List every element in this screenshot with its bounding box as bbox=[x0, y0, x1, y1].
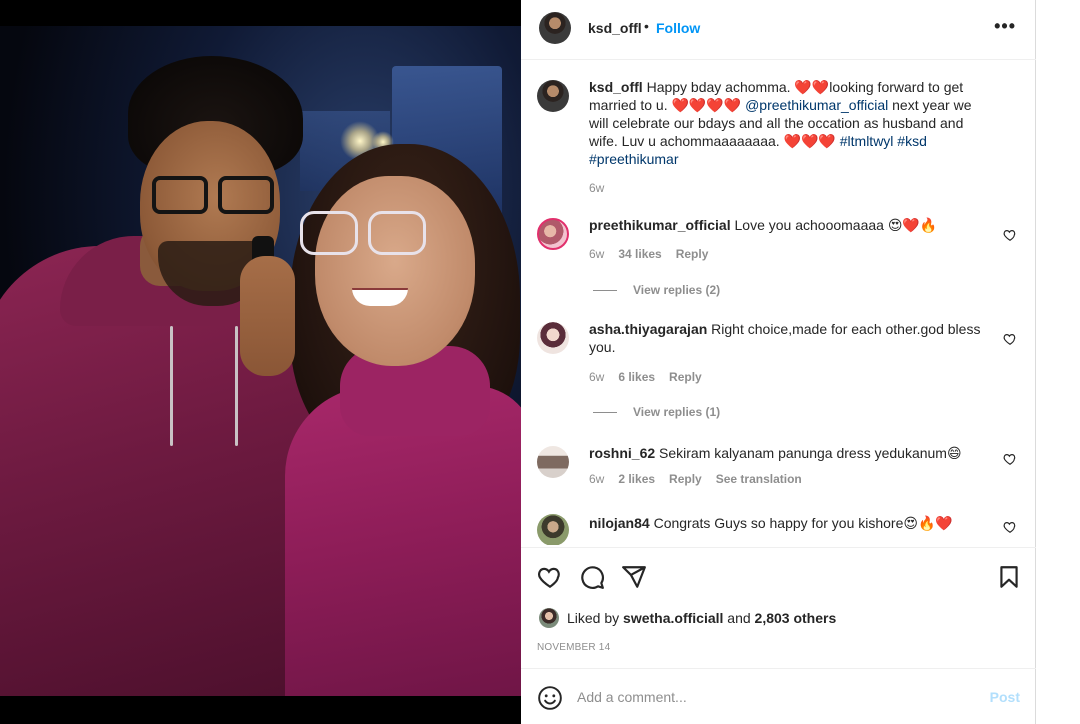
view-replies-button[interactable]: View replies (2) bbox=[593, 283, 720, 297]
man-glasses bbox=[152, 176, 280, 216]
commenter-username[interactable]: nilojan84 bbox=[589, 515, 650, 531]
follow-button[interactable]: Follow bbox=[656, 20, 700, 36]
caption: ksd_offl Happy bday achomma. ❤️❤️looking… bbox=[537, 78, 1017, 198]
emoji-icon[interactable] bbox=[537, 685, 563, 711]
caption-meta: 6w bbox=[589, 181, 604, 195]
comment-body: Love you achooomaaaa 😍❤️🔥 bbox=[734, 217, 938, 233]
commenter-avatar[interactable] bbox=[537, 218, 569, 250]
comment-text: preethikumar_official Love you achooomaa… bbox=[589, 216, 984, 234]
caption-text: ksd_offl Happy bday achomma. ❤️❤️looking… bbox=[589, 78, 984, 168]
reply-button[interactable]: Reply bbox=[669, 472, 702, 486]
commenter-username[interactable]: asha.thiyagarajan bbox=[589, 321, 707, 337]
comment-likes[interactable]: 34 likes bbox=[618, 247, 661, 261]
comment-likes[interactable]: 6 likes bbox=[618, 370, 655, 384]
comment-time[interactable]: 6w bbox=[589, 247, 604, 261]
liked-by: Liked by swetha.officiall and 2,803 othe… bbox=[539, 608, 836, 628]
comment-input[interactable] bbox=[577, 683, 957, 711]
like-comment-icon[interactable] bbox=[1003, 228, 1017, 242]
replies-divider bbox=[593, 411, 617, 413]
post-photo-pane bbox=[0, 0, 521, 724]
like-comment-icon[interactable] bbox=[1003, 332, 1017, 346]
bookmark-icon[interactable] bbox=[996, 564, 1022, 590]
comment-item: roshni_62 Sekiram kalyanam panunga dress… bbox=[537, 444, 1017, 504]
comment-item: nilojan84 Congrats Guys so happy for you… bbox=[537, 512, 1017, 545]
post-actions: Liked by swetha.officiall and 2,803 othe… bbox=[521, 547, 1036, 657]
comment-icon[interactable] bbox=[579, 564, 605, 590]
comment-item: asha.thiyagarajan Right choice,made for … bbox=[537, 320, 1017, 420]
replies-divider bbox=[593, 289, 617, 291]
mention-link[interactable]: @preethikumar_official bbox=[745, 97, 888, 113]
post-photo[interactable] bbox=[0, 26, 521, 696]
author-avatar[interactable] bbox=[537, 80, 569, 112]
post-header: ksd_offl • Follow ••• bbox=[521, 0, 1036, 60]
woman-face bbox=[315, 176, 475, 366]
caption-time[interactable]: 6w bbox=[589, 181, 604, 195]
post-button[interactable]: Post bbox=[990, 689, 1020, 705]
likes-count[interactable]: 2,803 others bbox=[755, 610, 837, 626]
comment-likes[interactable]: 2 likes bbox=[618, 472, 655, 486]
commenter-username[interactable]: preethikumar_official bbox=[589, 217, 731, 233]
share-icon[interactable] bbox=[621, 564, 647, 590]
add-comment-bar: Post bbox=[521, 668, 1036, 724]
comment-meta: 6w 6 likes Reply bbox=[589, 370, 702, 384]
comments-list[interactable]: ksd_offl Happy bday achomma. ❤️❤️looking… bbox=[521, 60, 1036, 545]
more-options-icon[interactable]: ••• bbox=[994, 16, 1016, 37]
like-comment-icon[interactable] bbox=[1003, 520, 1017, 534]
post-panel: ksd_offl • Follow ••• ksd_offl Happy bda… bbox=[521, 0, 1036, 724]
reply-button[interactable]: Reply bbox=[669, 370, 702, 384]
like-comment-icon[interactable] bbox=[1003, 452, 1017, 466]
post-date[interactable]: NOVEMBER 14 bbox=[537, 642, 610, 653]
comment-time[interactable]: 6w bbox=[589, 370, 604, 384]
comment-meta: 6w 34 likes Reply bbox=[589, 247, 708, 261]
woman-glasses bbox=[300, 211, 430, 261]
liked-prefix: Liked by bbox=[567, 610, 620, 626]
see-translation-button[interactable]: See translation bbox=[716, 472, 802, 486]
view-replies-label: View replies (2) bbox=[633, 283, 721, 297]
commenter-avatar[interactable] bbox=[537, 446, 569, 478]
liker-username[interactable]: swetha.officiall bbox=[623, 610, 723, 626]
author-username[interactable]: ksd_offl bbox=[588, 20, 642, 36]
comment-item: preethikumar_official Love you achooomaa… bbox=[537, 216, 1017, 306]
liker-avatar[interactable] bbox=[539, 608, 559, 628]
view-replies-label: View replies (1) bbox=[633, 405, 721, 419]
separator-dot: • bbox=[644, 18, 649, 34]
man-hand bbox=[240, 256, 295, 376]
comment-text: nilojan84 Congrats Guys so happy for you… bbox=[589, 514, 984, 532]
commenter-avatar[interactable] bbox=[537, 322, 569, 354]
comment-body: Sekiram kalyanam panunga dress yedukanum… bbox=[659, 445, 962, 461]
reply-button[interactable]: Reply bbox=[676, 247, 709, 261]
commenter-username[interactable]: roshni_62 bbox=[589, 445, 655, 461]
view-replies-button[interactable]: View replies (1) bbox=[593, 405, 720, 419]
commenter-avatar[interactable] bbox=[537, 514, 569, 545]
heart-icon[interactable] bbox=[537, 564, 563, 590]
comment-time[interactable]: 6w bbox=[589, 472, 604, 486]
comment-meta: 6w 2 likes Reply See translation bbox=[589, 472, 802, 486]
hoodie-string bbox=[170, 326, 173, 446]
comment-text: roshni_62 Sekiram kalyanam panunga dress… bbox=[589, 444, 984, 462]
hoodie-string bbox=[235, 326, 238, 446]
comment-body: Congrats Guys so happy for you kishore😍🔥… bbox=[653, 515, 953, 531]
comment-text: asha.thiyagarajan Right choice,made for … bbox=[589, 320, 984, 356]
author-avatar[interactable] bbox=[539, 12, 571, 44]
liked-middle: and bbox=[727, 610, 751, 626]
caption-username[interactable]: ksd_offl bbox=[589, 79, 643, 95]
